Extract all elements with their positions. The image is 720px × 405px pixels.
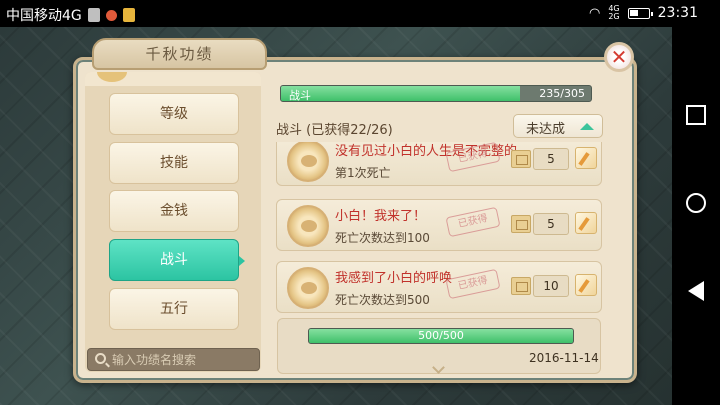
reward-scroll-icon [511, 150, 531, 168]
achievement-item[interactable]: 我感到了小白的呼唤 死亡次数达到500 已获得 10 [276, 261, 602, 313]
search-box [87, 348, 260, 371]
app-notification-icon [105, 9, 117, 21]
reward-scroll-icon [511, 277, 531, 295]
wifi-icon: ◠ [589, 5, 601, 21]
network-2g-label: 2G [608, 12, 620, 21]
panel-title: 千秋功绩 [145, 45, 214, 63]
chevron-up-icon [580, 123, 594, 130]
achievement-description: 第1次死亡 [335, 166, 391, 180]
share-pencil-icon[interactable] [575, 274, 597, 296]
category-level[interactable]: 等级 [109, 93, 239, 135]
category-label: 战斗 [160, 252, 188, 268]
category-progress-label: 战斗 [289, 89, 311, 102]
share-pencil-icon[interactable] [575, 212, 597, 234]
category-combat[interactable]: 战斗 [109, 239, 239, 281]
achievement-progress-bar: 500/500 [308, 328, 574, 344]
sim-icon [87, 8, 100, 22]
achievement-description: 死亡次数达到500 [335, 293, 430, 307]
medal-icon [287, 142, 329, 182]
status-left: 中国移动4G [6, 5, 135, 25]
search-input[interactable] [112, 351, 252, 369]
achievement-description: 死亡次数达到100 [335, 231, 430, 245]
filter-label: 未达成 [526, 122, 566, 137]
panel-title-tab: 千秋功绩 [92, 38, 267, 70]
reward-value: 5 [533, 148, 569, 170]
home-icon[interactable] [686, 193, 706, 213]
reward-value: 5 [533, 213, 569, 235]
battery-icon [627, 7, 653, 19]
status-bar: 中国移动4G ◠ 4G 2G 23:31 [0, 0, 720, 27]
back-icon[interactable] [688, 281, 704, 301]
category-label: 等级 [160, 106, 188, 122]
category-progress-count: 235/305 [539, 87, 585, 100]
achievement-name: 小白！我来了！ [335, 209, 427, 224]
category-five-elements[interactable]: 五行 [109, 288, 239, 330]
close-button[interactable]: ✕ [604, 42, 634, 72]
category-label: 技能 [160, 155, 188, 171]
carrier-label: 中国移动4G [6, 8, 82, 24]
battery-fill [629, 9, 639, 16]
obtained-stamp: 已获得 [445, 268, 501, 300]
category-skill[interactable]: 技能 [109, 142, 239, 184]
share-pencil-icon[interactable] [575, 147, 597, 169]
filter-dropdown[interactable]: 未达成 [513, 114, 603, 138]
search-icon [95, 353, 106, 364]
status-right: ◠ 4G 2G 23:31 [589, 5, 698, 22]
clock: 23:31 [657, 5, 698, 21]
medal-icon [287, 267, 329, 309]
achievement-list: 没有见过小白的人生是不完整的 第1次死亡 已获得 5 小白！我来了！ 死亡次数达… [276, 142, 602, 314]
achievement-progress-label: 500/500 [418, 329, 464, 342]
category-progress-fill [281, 86, 520, 101]
navigation-bar [672, 27, 720, 405]
medal-icon [287, 205, 329, 247]
sidebar-top-decoration [85, 72, 261, 86]
obtained-stamp: 已获得 [445, 206, 501, 238]
category-money[interactable]: 金钱 [109, 190, 239, 232]
active-category-arrow-icon [239, 256, 245, 266]
screen: 中国移动4G ◠ 4G 2G 23:31 千秋功绩 ✕ 等级 技能 金钱 战斗 … [0, 0, 720, 405]
achievement-item[interactable]: 没有见过小白的人生是不完整的 第1次死亡 已获得 5 [276, 142, 602, 186]
network-type: 4G 2G [608, 5, 619, 21]
achievement-item[interactable]: 小白！我来了！ 死亡次数达到100 已获得 5 [276, 199, 602, 251]
achievement-name: 我感到了小白的呼唤 [335, 271, 453, 286]
reward-value: 10 [533, 275, 569, 297]
category-summary: 战斗 (已获得22/26) [276, 123, 393, 138]
coin-icon [97, 72, 127, 82]
category-label: 金钱 [160, 203, 188, 219]
recent-apps-icon[interactable] [686, 105, 706, 125]
close-icon: ✕ [610, 45, 628, 69]
category-label: 五行 [160, 301, 188, 317]
category-progress-bar: 战斗 235/305 [280, 85, 592, 102]
reward-scroll-icon [511, 215, 531, 233]
game-notification-icon [122, 8, 135, 22]
achievement-date: 2016-11-14 [529, 351, 599, 365]
